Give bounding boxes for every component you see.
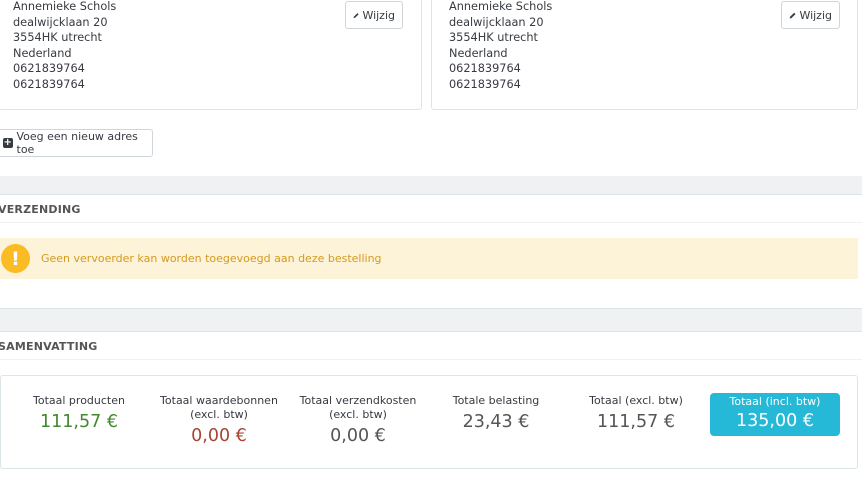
total-shipping: Totaal verzendkosten (excl. btw) 0,00 € xyxy=(297,394,419,446)
warning-icon: ! xyxy=(1,244,30,273)
total-excl-tax: Totaal (excl. btw) 111,57 € xyxy=(581,394,691,432)
total-vouchers: Totaal waardebonnen (excl. btw) 0,00 € xyxy=(159,394,279,446)
address-section: Annemieke Schols dealwijcklaan 20 3554HK… xyxy=(0,0,862,176)
address-lines: Annemieke Schols dealwijcklaan 20 3554HK… xyxy=(449,0,552,92)
summary-heading: SAMENVATTING xyxy=(0,332,862,360)
total-value: 111,57 € xyxy=(40,412,118,432)
address-phone: 0621839764 xyxy=(449,62,521,75)
address-mobile: 0621839764 xyxy=(449,77,521,91)
address-card-delivery: Annemieke Schols dealwijcklaan 20 3554HK… xyxy=(431,0,858,110)
address-lines: Annemieke Schols dealwijcklaan 20 3554HK… xyxy=(13,0,116,92)
address-name: Annemieke Schols xyxy=(13,0,117,13)
total-value: 111,57 € xyxy=(597,412,675,432)
total-incl-tax: Totaal (incl. btw) 135,00 € xyxy=(710,393,840,436)
total-value: 0,00 € xyxy=(191,426,247,446)
add-address-button[interactable]: + Voeg een nieuw adres toe xyxy=(0,129,153,157)
address-mobile: 0621839764 xyxy=(13,77,85,91)
plus-icon: + xyxy=(3,137,13,148)
address-country: Nederland xyxy=(449,46,508,60)
total-sublabel: (excl. btw) xyxy=(329,408,387,421)
totals-box: Totaal producten 111,57 € Totaal waardeb… xyxy=(0,375,858,469)
address-name: Annemieke Schols xyxy=(449,0,553,13)
total-value: 0,00 € xyxy=(330,426,386,446)
address-street: dealwijcklaan 20 xyxy=(449,15,544,29)
pencil-icon xyxy=(789,12,796,19)
pencil-icon xyxy=(353,12,359,18)
edit-address-button[interactable]: Wijzig xyxy=(345,1,403,29)
edit-address-label: Wijzig xyxy=(799,8,832,22)
address-street: dealwijcklaan 20 xyxy=(13,15,108,29)
add-address-label: Voeg een nieuw adres toe xyxy=(16,130,138,156)
edit-address-button[interactable]: Wijzig xyxy=(781,1,840,29)
edit-address-label: Wijzig xyxy=(362,8,395,22)
total-sublabel: (excl. btw) xyxy=(190,408,248,421)
total-label: Totale belasting xyxy=(452,394,540,407)
total-label: Totaal (excl. btw) xyxy=(589,394,683,407)
address-city: 3554HK utrecht xyxy=(13,31,102,44)
shipping-warning-alert: ! Geen vervoerder kan worden toegevoegd … xyxy=(0,238,858,279)
address-country: Nederland xyxy=(13,46,72,60)
address-card-invoice: Annemieke Schols dealwijcklaan 20 3554HK… xyxy=(0,0,422,110)
total-value: 23,43 € xyxy=(462,412,530,432)
total-label: Totaal verzendkosten xyxy=(299,394,417,407)
total-label: Totaal waardebonnen xyxy=(160,394,278,407)
shipping-panel: VERZENDING ! Geen vervoerder kan worden … xyxy=(0,194,862,309)
shipping-heading: VERZENDING xyxy=(0,195,862,223)
total-label: Totaal producten xyxy=(33,394,125,407)
total-products: Totaal producten 111,57 € xyxy=(23,394,135,432)
warning-text: Geen vervoerder kan worden toegevoegd aa… xyxy=(41,252,382,265)
address-phone: 0621839764 xyxy=(13,62,85,75)
total-tax: Totale belasting 23,43 € xyxy=(441,394,551,432)
address-city: 3554HK utrecht xyxy=(449,31,538,44)
total-value: 135,00 € xyxy=(736,411,814,431)
total-label: Totaal (incl. btw) xyxy=(729,395,821,408)
summary-panel: SAMENVATTING Totaal producten 111,57 € T… xyxy=(0,331,862,484)
